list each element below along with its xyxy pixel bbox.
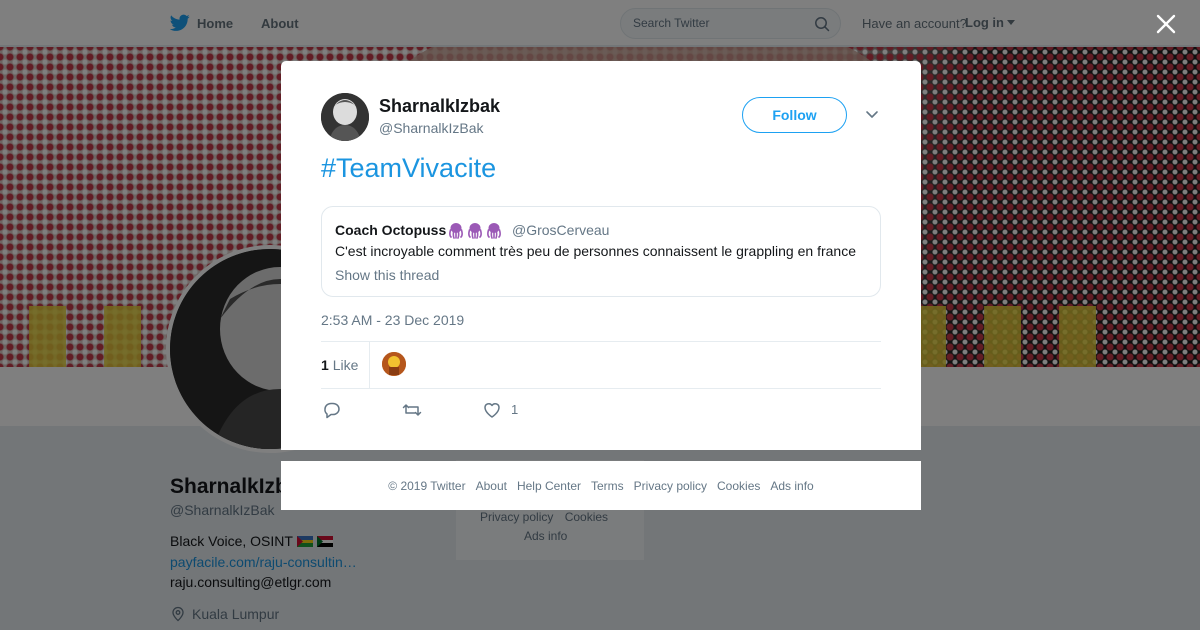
quoted-author-name-text: Coach Octopuss bbox=[335, 222, 447, 238]
quoted-author-name: Coach Octopuss bbox=[335, 221, 503, 239]
quoted-author-handle: @GrosCerveau bbox=[512, 222, 610, 238]
quoted-tweet-text: C'est incroyable comment très peu de per… bbox=[335, 243, 856, 259]
footer-privacy-link[interactable]: Privacy policy bbox=[634, 479, 707, 493]
chevron-down-icon[interactable] bbox=[865, 109, 879, 121]
avatar-illustration bbox=[382, 352, 406, 376]
like-action-count: 1 bbox=[511, 402, 519, 417]
retweet-icon[interactable] bbox=[402, 401, 422, 419]
tweet-timestamp[interactable]: 2:53 AM - 23 Dec 2019 bbox=[321, 312, 464, 328]
footer-help-link[interactable]: Help Center bbox=[517, 479, 581, 493]
quoted-tweet[interactable]: Coach Octopuss @GrosCerveau C'est incroy… bbox=[321, 206, 881, 297]
tweet-author-handle[interactable]: @SharnalkIzBak bbox=[379, 120, 483, 136]
heart-icon[interactable] bbox=[482, 401, 502, 419]
footer-cookies-link[interactable]: Cookies bbox=[717, 479, 760, 493]
tweet-author-name[interactable]: SharnalkIzbak bbox=[379, 96, 500, 117]
stats-divider-bottom bbox=[321, 388, 881, 389]
footer-ads-link[interactable]: Ads info bbox=[770, 479, 813, 493]
stats-separator bbox=[369, 342, 370, 388]
tweet-text[interactable]: #TeamVivacite bbox=[321, 153, 496, 184]
reply-icon[interactable] bbox=[322, 401, 342, 419]
footer-terms-link[interactable]: Terms bbox=[591, 479, 624, 493]
octopus-icon bbox=[487, 223, 502, 239]
follow-button[interactable]: Follow bbox=[742, 97, 847, 133]
stats-divider-top bbox=[321, 341, 881, 342]
tweet-modal: SharnalkIzbak @SharnalkIzBak Follow #Tea… bbox=[281, 61, 921, 450]
likes-word: Like bbox=[332, 357, 359, 373]
show-thread-link[interactable]: Show this thread bbox=[335, 267, 439, 283]
footer-copyright: © 2019 Twitter bbox=[388, 478, 466, 493]
octopus-icon bbox=[449, 223, 464, 239]
modal-footer: © 2019 Twitter About Help Center Terms P… bbox=[281, 461, 921, 510]
avatar-illustration bbox=[321, 93, 369, 141]
tweet-author-avatar[interactable] bbox=[321, 93, 369, 141]
close-icon[interactable] bbox=[1154, 12, 1178, 36]
likes-count[interactable]: 1 Like bbox=[321, 357, 358, 373]
octopus-icon bbox=[468, 223, 483, 239]
footer-about-link[interactable]: About bbox=[476, 479, 507, 493]
liker-avatar[interactable] bbox=[382, 352, 406, 376]
likes-number: 1 bbox=[321, 357, 329, 373]
